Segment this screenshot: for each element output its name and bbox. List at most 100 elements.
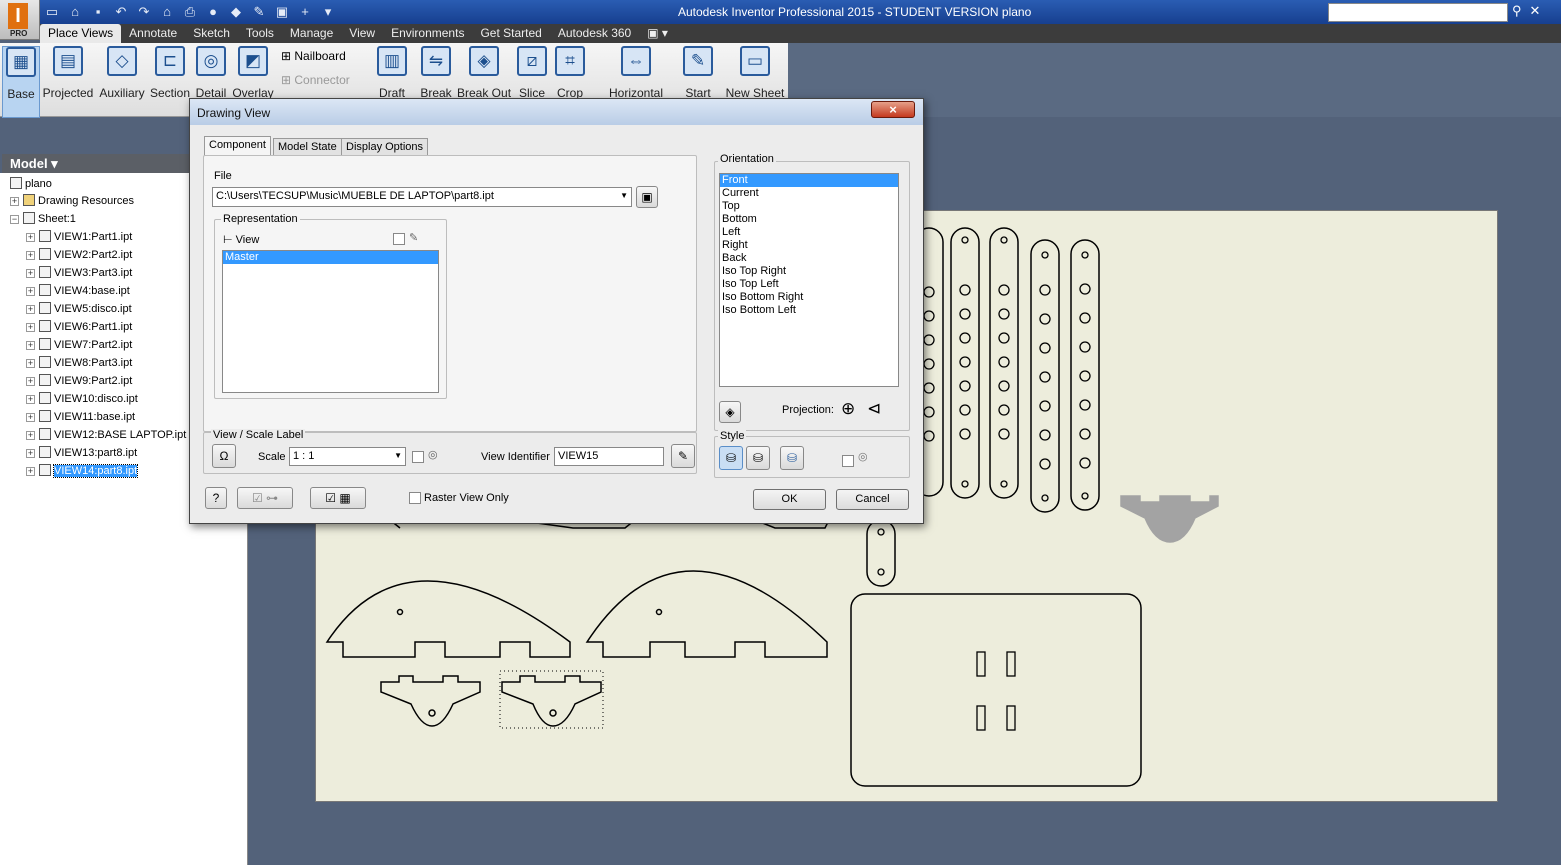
material-icon[interactable]: ● bbox=[203, 2, 223, 22]
preview-toggle[interactable]: ☑ ⊶ bbox=[237, 487, 293, 509]
tree-root-plano[interactable]: plano bbox=[10, 177, 52, 190]
expand-icon[interactable]: + bbox=[26, 377, 35, 386]
tab-autodesk-360[interactable]: Autodesk 360 bbox=[550, 24, 639, 43]
slat-3[interactable] bbox=[989, 227, 1019, 499]
orientation-item[interactable]: Iso Top Right bbox=[720, 265, 898, 278]
bracket-right[interactable] bbox=[501, 675, 602, 727]
edit-view-label-button[interactable]: Ω bbox=[212, 444, 236, 468]
overlay-view-button[interactable]: ◩ Overlay bbox=[231, 46, 275, 100]
view-identifier-input[interactable]: VIEW15 bbox=[554, 447, 664, 466]
base-view-button[interactable]: ▦ Base bbox=[2, 46, 40, 118]
rep-item-master[interactable]: Master bbox=[223, 251, 438, 264]
app-menu-button[interactable]: I PRO bbox=[0, 0, 40, 40]
tree-sheet-1[interactable]: − Sheet:1 bbox=[10, 212, 76, 225]
tab-place-views[interactable]: Place Views bbox=[40, 24, 122, 43]
half-disc-right[interactable] bbox=[585, 570, 828, 658]
detail-view-button[interactable]: ◎ Detail bbox=[193, 46, 229, 100]
slat-short[interactable] bbox=[866, 519, 896, 587]
base-plate[interactable] bbox=[850, 593, 1142, 787]
more-icon[interactable]: ▾ bbox=[318, 2, 338, 22]
tree-view-item[interactable]: + VIEW10:disco.ipt bbox=[26, 392, 138, 405]
tree-view-item[interactable]: + VIEW14:part8.ipt bbox=[26, 464, 139, 478]
expand-icon[interactable]: + bbox=[26, 251, 35, 260]
browse-file-button[interactable]: ▣ bbox=[636, 186, 658, 208]
expand-icon[interactable]: + bbox=[26, 359, 35, 368]
home-icon[interactable]: ⌂ bbox=[157, 2, 177, 22]
edit-in-place-toggle[interactable]: ☑ ▦ bbox=[310, 487, 366, 509]
projected-view-button[interactable]: ▤ Projected bbox=[42, 46, 94, 100]
undo-icon[interactable]: ↶ bbox=[111, 2, 131, 22]
tab-view[interactable]: View bbox=[341, 24, 383, 43]
tab-environments[interactable]: Environments bbox=[383, 24, 472, 43]
expand-icon[interactable]: + bbox=[26, 305, 35, 314]
tab-options-dropdown[interactable]: ▣ ▾ bbox=[639, 24, 676, 43]
expand-icon[interactable]: + bbox=[26, 269, 35, 278]
help-button[interactable]: ? bbox=[205, 487, 227, 509]
orientation-item[interactable]: Right bbox=[720, 239, 898, 252]
tree-view-item[interactable]: + VIEW12:BASE LAPTOP.ipt bbox=[26, 428, 186, 441]
expand-icon[interactable]: + bbox=[26, 323, 35, 332]
section-view-button[interactable]: ⊏ Section bbox=[149, 46, 191, 100]
close-button[interactable]: × bbox=[871, 101, 915, 118]
tab-annotate[interactable]: Annotate bbox=[121, 24, 185, 43]
appearance-icon[interactable]: ◆ bbox=[226, 2, 246, 22]
expand-icon[interactable]: + bbox=[26, 467, 35, 476]
bracket-left[interactable] bbox=[380, 675, 481, 727]
slat-4[interactable] bbox=[1030, 239, 1060, 513]
orientation-item[interactable]: Back bbox=[720, 252, 898, 265]
third-angle-projection-icon[interactable]: ⊲ bbox=[867, 399, 881, 419]
scale-visibility-checkbox[interactable] bbox=[412, 451, 424, 463]
break-button[interactable]: ⇋ Break bbox=[418, 46, 454, 100]
orientation-item[interactable]: Current bbox=[720, 187, 898, 200]
update-icon[interactable]: ✎ bbox=[249, 2, 269, 22]
expand-icon[interactable]: + bbox=[26, 395, 35, 404]
orientation-item[interactable]: Iso Bottom Left bbox=[720, 304, 898, 317]
style-from-base-checkbox[interactable] bbox=[842, 455, 854, 467]
tree-drawing-resources[interactable]: + Drawing Resources bbox=[10, 194, 134, 207]
tab-model-state[interactable]: Model State bbox=[273, 138, 342, 156]
first-angle-projection-icon[interactable]: ⊕ bbox=[841, 399, 855, 419]
new-icon[interactable]: ▭ bbox=[42, 2, 62, 22]
redo-icon[interactable]: ↷ bbox=[134, 2, 154, 22]
tree-view-item[interactable]: + VIEW9:Part2.ipt bbox=[26, 374, 132, 387]
measure-icon[interactable]: ▣ bbox=[272, 2, 292, 22]
slice-button[interactable]: ⧄ Slice bbox=[515, 46, 549, 100]
add-icon[interactable]: + bbox=[295, 2, 315, 22]
crop-button[interactable]: ⌗ Crop bbox=[553, 46, 587, 100]
tab-tools[interactable]: Tools bbox=[238, 24, 282, 43]
tab-manage[interactable]: Manage bbox=[282, 24, 341, 43]
file-path-dropdown[interactable]: C:\Users\TECSUP\Music\MUEBLE DE LAPTOP\p… bbox=[212, 187, 632, 207]
slat-2[interactable] bbox=[950, 227, 980, 499]
edit-identifier-button[interactable]: ✎ bbox=[671, 444, 695, 468]
scale-dropdown[interactable]: 1 : 1 ▼ bbox=[289, 447, 406, 466]
dialog-title-bar[interactable] bbox=[190, 99, 923, 125]
tools-icon[interactable]: ✕ bbox=[1530, 3, 1541, 19]
expand-icon[interactable]: + bbox=[26, 413, 35, 422]
tree-view-item[interactable]: + VIEW8:Part3.ipt bbox=[26, 356, 132, 369]
ok-button[interactable]: OK bbox=[753, 489, 826, 510]
expand-icon[interactable]: + bbox=[26, 449, 35, 458]
save-icon[interactable]: ▪ bbox=[88, 2, 108, 22]
tree-view-item[interactable]: + VIEW3:Part3.ipt bbox=[26, 266, 132, 279]
half-disc-left[interactable] bbox=[325, 580, 571, 658]
slat-5[interactable] bbox=[1070, 239, 1100, 511]
tree-view-item[interactable]: + VIEW7:Part2.ipt bbox=[26, 338, 132, 351]
draft-view-button[interactable]: ▥ Draft bbox=[374, 46, 410, 100]
raster-view-checkbox[interactable] bbox=[409, 492, 421, 504]
expand-icon[interactable]: + bbox=[26, 431, 35, 440]
tab-component[interactable]: Component bbox=[204, 136, 271, 156]
orientation-item[interactable]: Iso Top Left bbox=[720, 278, 898, 291]
tree-view-item[interactable]: + VIEW4:base.ipt bbox=[26, 284, 130, 297]
tree-view-item[interactable]: + VIEW1:Part1.ipt bbox=[26, 230, 132, 243]
hidden-line-removed-button[interactable]: ⛁ bbox=[746, 446, 770, 470]
break-out-button[interactable]: ◈ Break Out bbox=[457, 46, 511, 100]
expand-icon[interactable]: + bbox=[26, 233, 35, 242]
expand-icon[interactable]: + bbox=[26, 341, 35, 350]
help-search-input[interactable] bbox=[1328, 3, 1508, 22]
tree-view-item[interactable]: + VIEW5:disco.ipt bbox=[26, 302, 132, 315]
horizontal-button[interactable]: ⇔ Horizontal bbox=[606, 46, 666, 100]
shaded-button[interactable]: ⛁ bbox=[780, 446, 804, 470]
tree-view-item[interactable]: + VIEW13:part8.ipt bbox=[26, 446, 137, 459]
nailboard-button[interactable]: ⊞ Nailboard bbox=[281, 49, 346, 63]
search-icon[interactable]: ⚲ bbox=[1512, 3, 1522, 19]
